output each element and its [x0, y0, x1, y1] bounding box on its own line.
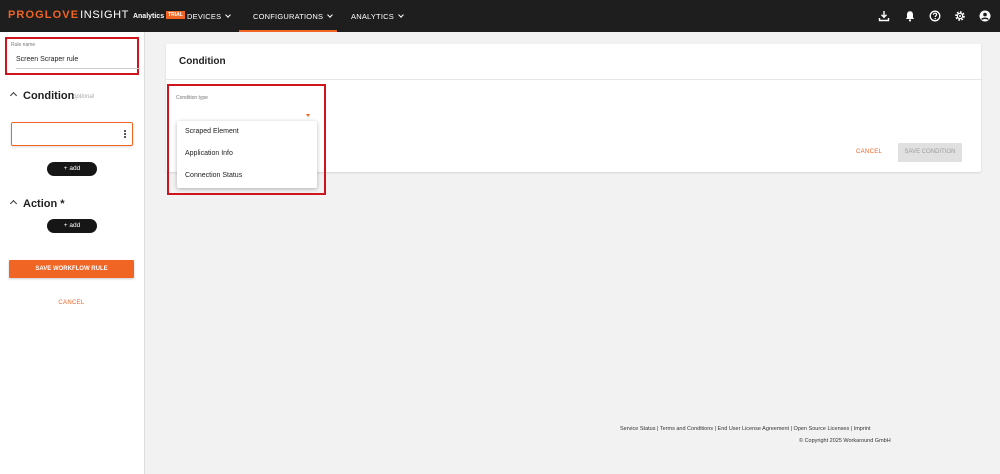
cancel-condition-button[interactable]: CANCEL	[856, 149, 882, 155]
brand-name-insight: INSIGHT	[80, 9, 129, 21]
nav-analytics[interactable]: ANALYTICS	[351, 0, 404, 32]
card-title: Condition	[179, 56, 226, 67]
chevron-down-icon	[398, 11, 404, 18]
rule-name-underline	[16, 68, 140, 69]
brand-name-proglove: PROGLOVE	[8, 9, 80, 21]
nav-devices-label: DEVICES	[187, 11, 222, 21]
card-divider	[166, 79, 981, 80]
add-condition-button[interactable]: + add	[47, 162, 97, 176]
bell-icon[interactable]	[904, 10, 916, 22]
trial-badge: TRIAL	[166, 11, 185, 19]
cancel-rule-button[interactable]: CANCEL	[9, 300, 134, 306]
chevron-down-icon	[327, 11, 334, 18]
nav-active-indicator	[239, 30, 337, 32]
settings-icon[interactable]	[954, 10, 966, 22]
condition-type-menu: Scraped Element Application Info Connect…	[177, 121, 317, 188]
brand-product: Analytics	[132, 13, 165, 20]
nav-configurations-label: CONFIGURATIONS	[253, 11, 324, 21]
condition-item[interactable]	[11, 122, 133, 146]
nav-analytics-label: ANALYTICS	[351, 11, 394, 21]
option-scraped-element[interactable]: Scraped Element	[185, 128, 239, 135]
action-section-title: Action *	[23, 198, 65, 210]
rule-name-field[interactable]: Rule name Screen Scraper rule	[5, 37, 140, 75]
download-icon[interactable]	[878, 10, 890, 22]
dropdown-arrow-icon[interactable]	[306, 114, 310, 117]
brand-logo[interactable]: PROGLOVEINSIGHT Analytics TRIAL	[8, 9, 185, 21]
footer-links[interactable]: Service Status | Terms and Conditions | …	[620, 426, 871, 432]
nav-configurations[interactable]: CONFIGURATIONS	[253, 0, 334, 32]
top-bar: PROGLOVEINSIGHT Analytics TRIAL DEVICES CO…	[0, 0, 1000, 32]
add-action-button[interactable]: + add	[47, 219, 97, 233]
more-vert-icon[interactable]	[124, 130, 126, 139]
option-connection-status[interactable]: Connection Status	[185, 172, 242, 179]
condition-section-title: Condition	[23, 90, 75, 102]
rule-name-label: Rule name	[11, 42, 36, 48]
help-icon[interactable]	[929, 10, 941, 22]
condition-optional-hint: optional	[73, 94, 95, 100]
rule-name-value[interactable]: Screen Scraper rule	[16, 56, 78, 63]
save-workflow-rule-button[interactable]: SAVE WORKFLOW RULE	[9, 260, 134, 278]
condition-type-label: Condition type	[176, 95, 208, 101]
chevron-down-icon	[225, 11, 232, 18]
save-condition-button: SAVE CONDITION	[898, 143, 962, 162]
option-application-info[interactable]: Application Info	[185, 150, 233, 157]
account-icon[interactable]	[979, 10, 991, 22]
footer-copyright: © Copyright 2025 Workaround GmbH	[799, 438, 891, 444]
nav-devices[interactable]: DEVICES	[187, 0, 232, 32]
